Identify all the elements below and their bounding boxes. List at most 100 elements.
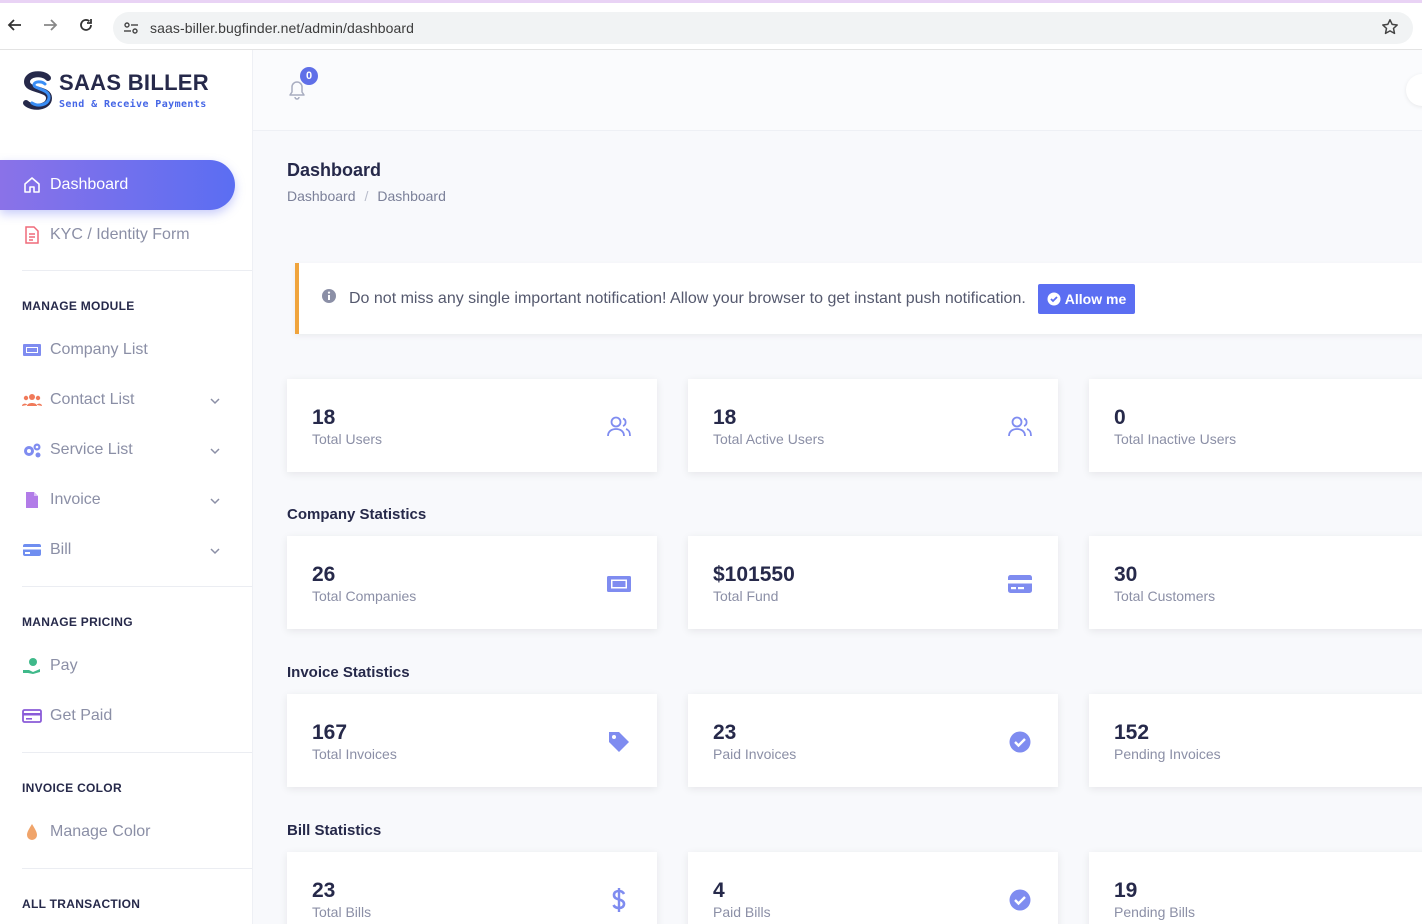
push-notification-alert: Do not miss any single important notific… — [295, 263, 1422, 334]
stat-card-total-invoices[interactable]: 167 Total Invoices — [287, 694, 657, 787]
logo-mark-icon — [23, 71, 53, 110]
droplet-icon — [22, 822, 42, 842]
stat-value: 167 — [312, 721, 348, 744]
stat-value: 4 — [713, 879, 725, 902]
page-title: Dashboard — [287, 160, 382, 180]
stat-card-paid-invoices[interactable]: 23 Paid Invoices — [688, 694, 1058, 787]
stat-card-pending-invoices[interactable]: 152 Pending Invoices — [1089, 694, 1422, 787]
stat-value: 23 — [713, 721, 737, 744]
sidebar-item-get-paid[interactable]: Get Paid — [0, 691, 235, 741]
stat-value: 30 — [1114, 563, 1138, 586]
tag-icon — [605, 730, 633, 754]
sidebar-item-kyc[interactable]: KYC / Identity Form — [0, 210, 235, 260]
stat-card-total-fund[interactable]: $101550 Total Fund — [688, 536, 1058, 629]
sidebar-item-label: Company List — [50, 341, 148, 358]
user-menu-button[interactable] — [1406, 74, 1422, 106]
stat-card-total-active-users[interactable]: 18 Total Active Users — [688, 379, 1058, 472]
stat-label: Total Companies — [312, 588, 417, 604]
stat-value: 18 — [312, 406, 336, 429]
stat-value: 18 — [713, 406, 737, 429]
notice-text: Do not miss any single important notific… — [349, 289, 1026, 307]
allow-me-button[interactable]: Allow me — [1037, 283, 1136, 314]
stat-card-total-inactive-users[interactable]: 0 Total Inactive Users — [1089, 379, 1422, 472]
divider — [22, 868, 252, 869]
sidebar-item-label: Get Paid — [50, 707, 113, 724]
stat-card-pending-bills[interactable]: 19 Pending Bills — [1089, 852, 1422, 924]
back-arrow-icon[interactable] — [4, 16, 26, 38]
top-header: 0 — [253, 50, 1422, 131]
bell-icon[interactable] — [288, 80, 306, 105]
address-bar[interactable]: saas-biller.bugfinder.net/admin/dashboar… — [113, 12, 1413, 44]
stat-value: 19 — [1114, 879, 1138, 902]
chevron-down-icon[interactable] — [209, 492, 221, 510]
section-title-company-statistics: Company Statistics — [287, 506, 427, 523]
stat-card-total-bills[interactable]: 23 Total Bills — [287, 852, 657, 924]
sidebar-item-label: Pay — [50, 657, 78, 674]
divider — [22, 586, 252, 587]
sidebar-item-dashboard[interactable]: Dashboard — [0, 160, 235, 210]
money-card-icon — [22, 706, 42, 726]
divider — [22, 752, 252, 753]
check-circle-icon — [1047, 292, 1061, 305]
reload-icon[interactable] — [75, 16, 97, 38]
info-circle-icon — [321, 288, 337, 309]
chevron-down-icon[interactable] — [209, 442, 221, 460]
logo[interactable]: SAAS BILLER Send & Receive Payments — [21, 70, 241, 120]
browser-toolbar: saas-biller.bugfinder.net/admin/dashboar… — [0, 0, 1422, 50]
sidebar-item-company-list[interactable]: Company List — [0, 325, 235, 375]
sidebar-item-label: KYC / Identity Form — [50, 226, 190, 243]
sidebar-item-label: Service List — [50, 441, 133, 458]
sidebar-item-service-list[interactable]: Service List — [0, 425, 235, 475]
stat-label: Paid Invoices — [713, 746, 797, 762]
site-settings-icon[interactable] — [122, 19, 140, 37]
allow-me-label: Allow me — [1064, 290, 1127, 307]
sidebar-item-bill[interactable]: Bill — [0, 525, 235, 575]
credit-card-icon — [1006, 572, 1034, 596]
sidebar-item-label: Contact List — [50, 391, 135, 408]
breadcrumb: Dashboard / Dashboard — [287, 188, 446, 204]
stat-card-total-customers[interactable]: 30 Total Customers — [1089, 536, 1422, 629]
sidebar-item-contact-list[interactable]: Contact List — [0, 375, 235, 425]
sidebar-item-label: Dashboard — [50, 176, 129, 193]
ticket-icon — [605, 572, 633, 596]
divider — [22, 270, 252, 271]
file-icon — [22, 490, 42, 510]
stat-label: Total Active Users — [713, 431, 825, 447]
stat-label: Total Users — [312, 431, 383, 447]
hand-holding-dollar-icon — [22, 656, 42, 676]
sidebar-item-pay[interactable]: Pay — [0, 641, 235, 691]
home-icon — [22, 175, 42, 195]
logo-subtitle: Send & Receive Payments — [59, 99, 207, 110]
dollar-icon — [605, 888, 633, 912]
stat-card-paid-bills[interactable]: 4 Paid Bills — [688, 852, 1058, 924]
breadcrumb-item: Dashboard — [377, 188, 446, 204]
section-heading-manage-pricing: MANAGE PRICING — [22, 615, 133, 629]
section-title-invoice-statistics: Invoice Statistics — [287, 664, 410, 681]
ticket-icon — [22, 340, 42, 360]
stat-value: 26 — [312, 563, 336, 586]
cogs-icon — [22, 440, 42, 460]
sidebar-item-invoice[interactable]: Invoice — [0, 475, 235, 525]
file-text-icon — [22, 225, 42, 245]
chevron-down-icon[interactable] — [209, 392, 221, 410]
sidebar-item-label: Invoice — [50, 491, 101, 508]
section-heading-manage-module: MANAGE MODULE — [22, 299, 135, 313]
stat-card-total-companies[interactable]: 26 Total Companies — [287, 536, 657, 629]
sidebar-item-manage-color[interactable]: Manage Color — [0, 807, 235, 857]
notification-badge: 0 — [300, 67, 318, 85]
forward-arrow-icon[interactable] — [39, 16, 61, 38]
bookmark-star-icon[interactable] — [1381, 18, 1399, 41]
sidebar-item-label: Bill — [50, 541, 72, 558]
stat-label: Paid Bills — [713, 904, 771, 920]
chevron-down-icon[interactable] — [209, 542, 221, 560]
stat-value: $101550 — [713, 563, 795, 586]
sidebar-item-label: Manage Color — [50, 823, 151, 840]
url-text[interactable]: saas-biller.bugfinder.net/admin/dashboar… — [150, 20, 414, 36]
users-icon — [605, 415, 633, 439]
stat-card-total-users[interactable]: 18 Total Users — [287, 379, 657, 472]
credit-card-icon — [22, 540, 42, 560]
section-heading-all-transaction: ALL TRANSACTION — [22, 897, 141, 911]
sidebar: SAAS BILLER Send & Receive Payments Dash… — [0, 50, 253, 924]
breadcrumb-item[interactable]: Dashboard — [287, 188, 356, 204]
section-heading-invoice-color: INVOICE COLOR — [22, 781, 122, 795]
